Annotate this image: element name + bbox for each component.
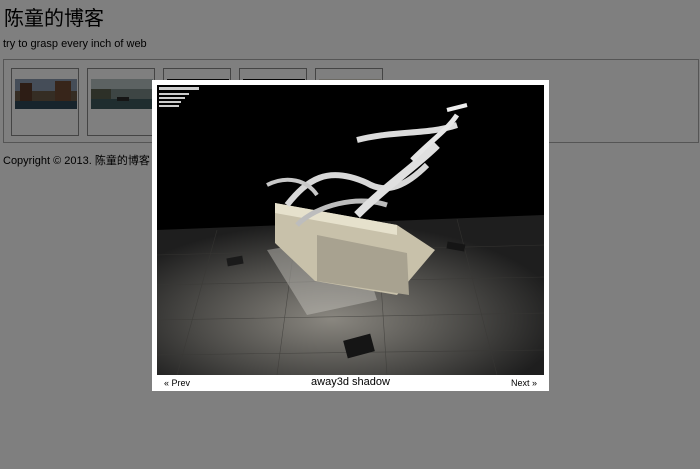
lightbox: « Prev away3d shadow Next » (152, 80, 549, 391)
image-caption: away3d shadow (311, 376, 390, 388)
lightbox-image (157, 85, 544, 375)
next-link[interactable]: Next » (511, 378, 537, 388)
